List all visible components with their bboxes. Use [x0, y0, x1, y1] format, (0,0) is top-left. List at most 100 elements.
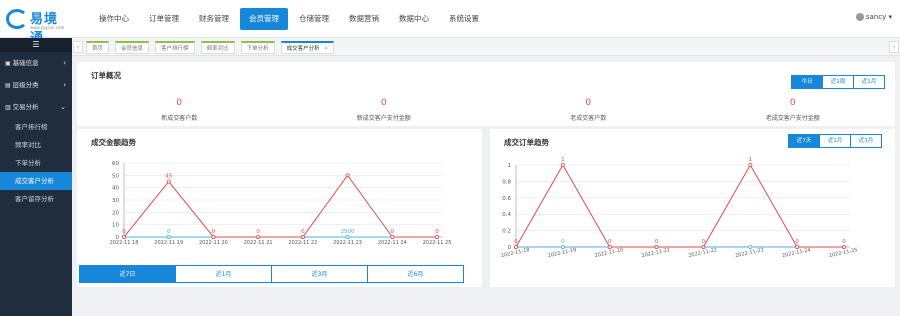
- tab-5[interactable]: 成交客户分析 ✕: [280, 41, 335, 54]
- data-label: 0: [842, 239, 846, 245]
- range-button-2[interactable]: 近3月: [850, 134, 882, 148]
- amount-trend-chart: 01020304050602022-11 18 2022-11 19 2022-11…: [110, 161, 452, 246]
- nav-item-6[interactable]: 数据中心: [390, 8, 438, 30]
- y-tick-label: 0.6: [502, 196, 511, 202]
- data-label: 0: [561, 239, 565, 245]
- range-button-0[interactable]: 今日: [791, 75, 823, 89]
- brand-url: www.yoyran.com: [30, 25, 65, 30]
- data-point: [513, 245, 518, 250]
- x-tick-label: 2022-11 24: [378, 240, 407, 246]
- range-button-1[interactable]: 近1周: [822, 75, 854, 89]
- tab-3[interactable]: 频率对比: [200, 41, 235, 54]
- group-icon-0: ▣: [5, 60, 13, 67]
- sidebar-item-1[interactable]: 频率对比: [0, 136, 72, 154]
- y-tick-label: 20: [112, 210, 119, 216]
- tab-2[interactable]: 客户排行榜: [155, 41, 195, 54]
- data-label: 0: [795, 239, 799, 245]
- y-tick-label: 1: [508, 163, 512, 169]
- range-button-2[interactable]: 近1月: [853, 75, 885, 89]
- nav-item-0[interactable]: 操作中心: [90, 8, 138, 30]
- data-label: 0: [655, 239, 659, 245]
- order-overview-card: 订单概况 今日 近1周 近1月 0 新成交客户数 0 新成交客户支付金额 0 老成交客户数 0 老…: [77, 62, 895, 126]
- sidebar: ☰ ▣ 基础信息 › ▤ 层级分类 › ▥ 交易分析 ⌄ 客户排行榜 频率对比 下单分析 成交客户…: [0, 38, 72, 316]
- sidebar-item-3[interactable]: 成交客户分析: [0, 172, 72, 190]
- tab-1[interactable]: 会员信息: [115, 41, 150, 54]
- user-menu[interactable]: sancy ▾: [855, 13, 892, 21]
- data-point: [607, 245, 612, 250]
- data-label: 0: [256, 229, 260, 235]
- stat-2: 0 老成交客户数: [486, 98, 691, 122]
- stat-value: 0: [176, 98, 183, 108]
- x-tick-label: 2022-11-24: [782, 247, 812, 259]
- x-tick-label: 2022-11 23: [333, 240, 362, 246]
- nav-item-7[interactable]: 系统设置: [440, 8, 488, 30]
- data-label: 1: [749, 157, 753, 163]
- sidebar-group-2[interactable]: ▥ 交易分析 ⌄: [0, 96, 72, 118]
- tab-scroll-left-icon[interactable]: ‹: [73, 41, 83, 53]
- data-point: [345, 173, 350, 178]
- stat-0: 0 新成交客户数: [77, 98, 282, 122]
- tab-scroll-right-icon[interactable]: ›: [889, 41, 899, 53]
- range-button-1[interactable]: 近1月: [819, 134, 851, 148]
- x-tick-label: 2022-11-25: [828, 247, 858, 259]
- data-label: 0: [167, 229, 171, 235]
- order-trend-range-group: 近7天 近1月 近3月: [788, 134, 882, 148]
- data-label: 2500: [341, 229, 355, 235]
- y-tick-label: 0.8: [502, 179, 511, 185]
- nav-item-1[interactable]: 订单管理: [140, 8, 188, 30]
- data-point: [841, 245, 846, 250]
- overview-title: 订单概况: [91, 71, 121, 80]
- amount-trend-title: 成交金额趋势: [91, 138, 136, 147]
- tab-label: 频率对比: [206, 46, 229, 52]
- brand-logo[interactable]: 易境通 www.yoyran.com: [6, 7, 68, 46]
- data-label: 0: [391, 229, 395, 235]
- x-tick-label: 2022-11 18: [110, 240, 139, 246]
- close-icon[interactable]: ✕: [324, 46, 329, 52]
- main-nav: 操作中心 订单管理 财务管理 会员管理 仓储管理 数据营销 数据中心 系统设置: [90, 0, 490, 38]
- nav-item-5[interactable]: 数据营销: [340, 8, 388, 30]
- x-tick-label: 2022-11 21: [244, 240, 273, 246]
- menu-toggle-icon[interactable]: ☰: [0, 38, 72, 52]
- x-tick-label: 2022-11 20: [199, 240, 228, 246]
- data-label: 0: [122, 229, 126, 235]
- data-point: [211, 235, 216, 240]
- range-button-0[interactable]: 近7日: [79, 265, 176, 283]
- data-label: 45: [165, 174, 172, 180]
- data-point: [166, 179, 171, 184]
- y-tick-label: 60: [112, 161, 119, 167]
- nav-item-4[interactable]: 仓储管理: [290, 8, 338, 30]
- x-tick-label: 2022-11-22: [688, 247, 718, 259]
- data-label: 0: [608, 239, 612, 245]
- tab-4[interactable]: 下单分析: [240, 41, 275, 54]
- tab-label: 会员信息: [121, 46, 144, 52]
- sidebar-group-label: 层级分类: [12, 81, 39, 89]
- tab-0[interactable]: 首页: [86, 41, 110, 54]
- data-label: 0: [702, 239, 706, 245]
- nav-item-2[interactable]: 财务管理: [190, 8, 238, 30]
- sidebar-group-1[interactable]: ▤ 层级分类 ›: [0, 74, 72, 96]
- sidebar-item-2[interactable]: 下单分析: [0, 154, 72, 172]
- data-point: [701, 245, 706, 250]
- range-button-3[interactable]: 近6月: [367, 265, 464, 283]
- order-trend-title: 成交订单趋势: [504, 138, 549, 147]
- data-point: [795, 245, 800, 250]
- data-label: 0: [301, 229, 305, 235]
- data-label: 0: [435, 229, 439, 235]
- nav-item-3[interactable]: 会员管理: [240, 8, 288, 30]
- stat-1: 0 新成交客户支付金额: [282, 98, 487, 122]
- x-tick-label: 2022-11-20: [594, 247, 624, 259]
- range-button-0[interactable]: 近7天: [788, 134, 820, 148]
- stat-value: 0: [380, 98, 387, 108]
- chevron-icon: ⌄: [60, 103, 66, 111]
- data-point: [300, 235, 305, 240]
- x-tick-label: 2022-11-18: [500, 247, 530, 259]
- order-trend-chart: 00.20.40.60.812022-11-18 2022-11-19 2022-1…: [500, 157, 858, 259]
- sidebar-item-0[interactable]: 客户排行榜: [0, 118, 72, 136]
- stat-label: 老成交客户数: [570, 115, 607, 122]
- sidebar-group-0[interactable]: ▣ 基础信息 ›: [0, 52, 72, 74]
- y-tick-label: 40: [112, 186, 119, 192]
- range-button-2[interactable]: 近3月: [271, 265, 368, 283]
- range-button-1[interactable]: 近1月: [175, 265, 272, 283]
- data-point: [256, 235, 261, 240]
- sidebar-item-4[interactable]: 客户留存分析: [0, 190, 72, 208]
